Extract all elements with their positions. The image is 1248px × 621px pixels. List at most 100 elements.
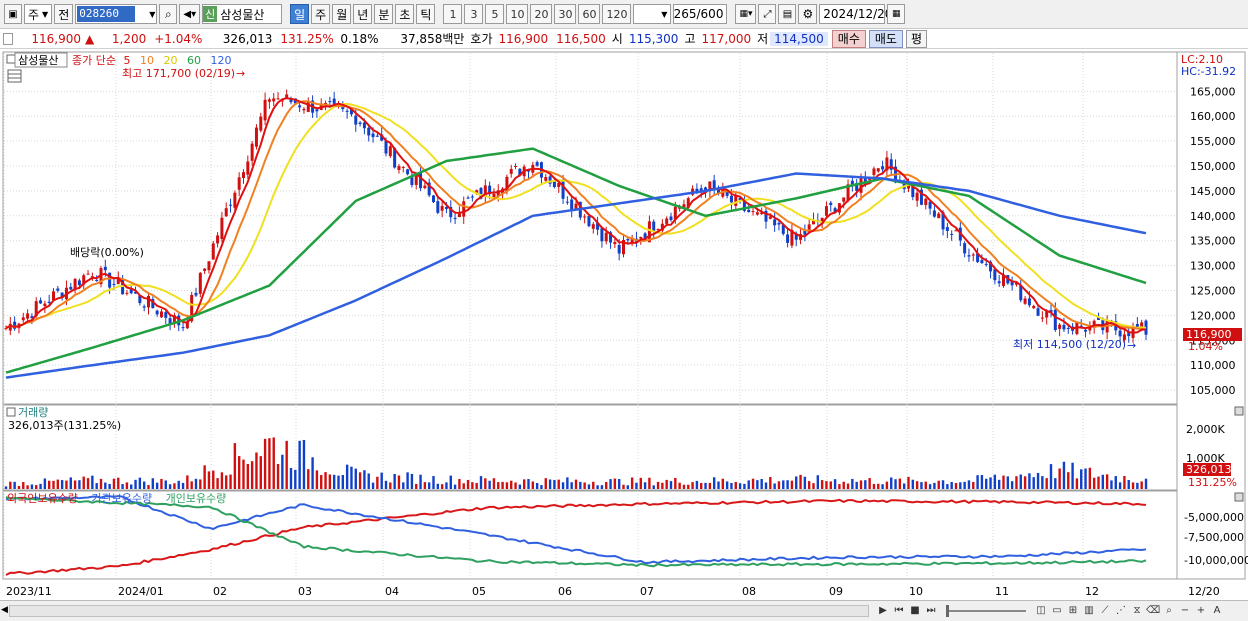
crosshair-icon[interactable]: ⤢ — [758, 4, 777, 24]
count-value[interactable]: 265 — [674, 7, 697, 21]
volume-close-icon[interactable] — [1234, 406, 1244, 416]
current-price: 116,900 — [31, 31, 81, 46]
stop-icon[interactable]: ■ — [908, 603, 922, 618]
candle-body — [362, 122, 366, 129]
legend-individual: 개인보유수량 — [166, 492, 227, 505]
buy-button[interactable]: 매수 — [831, 29, 866, 48]
stock-code-input[interactable]: 028260 — [77, 6, 136, 22]
volume-bar — [453, 484, 457, 489]
volume-bar — [557, 479, 560, 489]
volume-bar — [1105, 474, 1109, 489]
expand-icon[interactable] — [3, 32, 13, 45]
pattern-icon[interactable]: ⋰ — [1114, 603, 1128, 618]
indicator-icon[interactable]: ⧖ — [1130, 603, 1144, 618]
gear-icon[interactable]: ⚙ — [798, 4, 818, 24]
interval-60[interactable]: 60 — [578, 4, 601, 24]
interval-select[interactable]: ▼ — [633, 4, 672, 24]
volume-bar — [915, 481, 919, 489]
speaker-icon[interactable]: ◀▾ — [179, 4, 201, 24]
period-second[interactable]: 초 — [395, 4, 415, 24]
volume-bar — [173, 483, 176, 489]
candle-body — [462, 201, 466, 217]
volume-bar — [194, 478, 198, 489]
price-pane[interactable] — [2, 51, 1178, 405]
zoom-slider-handle[interactable] — [946, 604, 949, 617]
code-field[interactable]: 028260 ▼ — [75, 4, 158, 24]
volume-bar — [337, 475, 340, 489]
volume-bar — [868, 478, 871, 489]
candle-body — [509, 168, 513, 174]
clear-icon[interactable]: ⌫ — [1146, 603, 1160, 618]
holdings-close-icon[interactable] — [1234, 492, 1244, 502]
x-axis-label: 10 — [909, 585, 923, 598]
scroll-right-icon[interactable]: ▶ — [876, 603, 890, 618]
zoom-icon[interactable]: ⌕ — [1162, 603, 1176, 618]
interval-120[interactable]: 120 — [602, 4, 632, 24]
fast-forward-icon[interactable]: ⏭ — [924, 603, 938, 618]
volume-pane[interactable] — [2, 404, 1178, 491]
volume-bar — [540, 485, 543, 489]
interval-20[interactable]: 20 — [530, 4, 553, 24]
period-week[interactable]: 주 — [311, 4, 331, 24]
count-field[interactable]: 265 /600 — [673, 4, 728, 24]
horizontal-scrollbar[interactable] — [9, 605, 869, 617]
pane-menu-icon[interactable] — [6, 54, 16, 64]
zoom-out-icon[interactable]: − — [1178, 603, 1192, 618]
candle-body — [328, 101, 332, 103]
volume-menu-icon[interactable] — [6, 407, 16, 417]
zoom-slider[interactable] — [946, 604, 1026, 617]
before-button[interactable]: 전 — [54, 4, 74, 24]
ma120-label: 120 — [210, 54, 231, 67]
compare-icon[interactable]: ◫ — [1034, 603, 1048, 618]
bar-chart-icon[interactable]: ▥ — [1082, 603, 1096, 618]
period-minute[interactable]: 분 — [374, 4, 394, 24]
candle-body — [773, 219, 777, 226]
volume-bar — [963, 481, 966, 489]
zoom-in-icon[interactable]: + — [1194, 603, 1208, 618]
interval-1[interactable]: 1 — [443, 4, 463, 24]
volume-last-value: 326,013 — [1186, 463, 1232, 476]
interval-10[interactable]: 10 — [506, 4, 529, 24]
window-icon[interactable]: ▣ — [4, 4, 22, 24]
table-toggle-icon[interactable] — [7, 69, 22, 83]
search-icon[interactable]: ⌕ — [159, 4, 178, 24]
volume-bar — [989, 477, 992, 489]
period-day[interactable]: 일 — [290, 4, 310, 24]
period-year[interactable]: 년 — [353, 4, 373, 24]
draw-line-icon[interactable]: ⟋ — [1098, 603, 1112, 618]
period-month[interactable]: 월 — [332, 4, 352, 24]
date-value[interactable]: 2024/12/20 — [823, 7, 892, 21]
volume-bar — [643, 482, 647, 489]
candle-body — [285, 94, 289, 98]
chevron-down-icon[interactable]: ▼ — [149, 10, 155, 19]
volume-bar — [1006, 476, 1010, 489]
stock-name-field[interactable]: 신 삼성물산 — [202, 4, 283, 24]
window-split-icon[interactable]: ⊞ — [1066, 603, 1080, 618]
volume-bar — [877, 483, 880, 489]
sell-button[interactable]: 매도 — [868, 29, 903, 48]
date-field[interactable]: 2024/12/20 — [819, 4, 892, 24]
candle-body — [432, 195, 435, 203]
scroll-left-icon[interactable]: ◀ — [1, 605, 8, 615]
interval-30[interactable]: 30 — [554, 4, 577, 24]
chart-tools-icon[interactable]: ▦▾ — [735, 4, 757, 24]
stock-chart[interactable]: 삼성물산 종가 단순 5 10 20 60 120 최고 171,700 (02… — [0, 50, 1248, 600]
volume-bar — [479, 476, 483, 489]
font-size-icon[interactable]: A — [1210, 603, 1224, 618]
market-select[interactable]: 주 ▼ — [24, 4, 53, 24]
x-axis-label: 06 — [558, 585, 572, 598]
evaluation-button[interactable]: 평 — [905, 29, 928, 48]
volume-bar — [583, 482, 586, 489]
save-icon[interactable]: ▤ — [778, 4, 797, 24]
x-axis-label: 08 — [742, 585, 756, 598]
price-y-tick: 145,000 — [1190, 185, 1236, 198]
volume-bar — [721, 478, 725, 489]
rewind-icon[interactable]: ⏮ — [892, 603, 906, 618]
layout-icon[interactable]: ▭ — [1050, 603, 1064, 618]
interval-5[interactable]: 5 — [485, 4, 505, 24]
period-tick[interactable]: 틱 — [416, 4, 436, 24]
volume-bar — [125, 482, 129, 489]
candle-body — [639, 236, 643, 239]
calendar-icon[interactable]: ▦ — [887, 4, 906, 24]
interval-3[interactable]: 3 — [464, 4, 484, 24]
